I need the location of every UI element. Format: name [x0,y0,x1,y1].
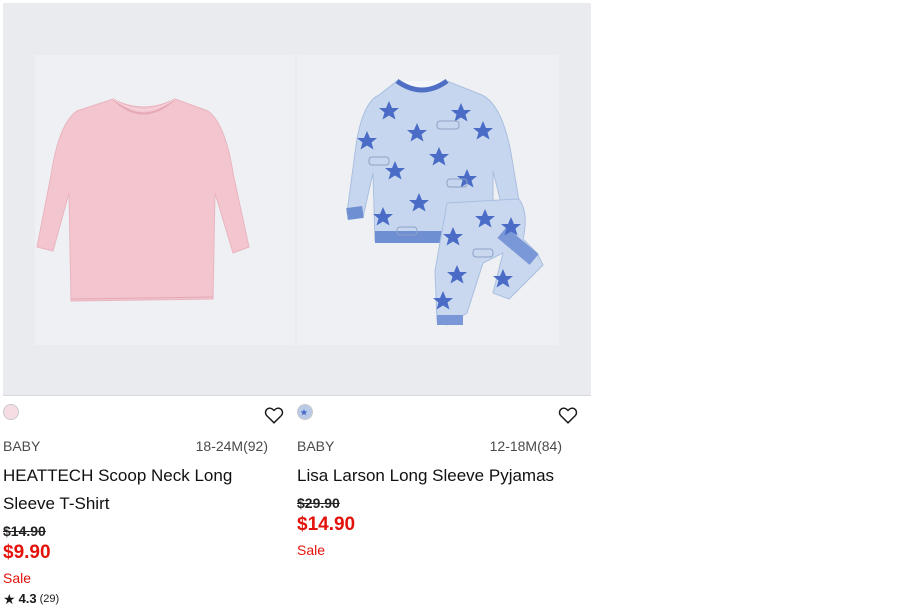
heart-outline-icon[interactable] [263,404,285,426]
size-range: 18-24M(92) [195,438,268,454]
product-image[interactable] [3,3,297,396]
product-card[interactable]: BABY 18-24M(92) HEATTECH Scoop Neck Long… [3,3,298,606]
rating: ★ 4.3 (29) [3,591,298,607]
original-price: $29.90 [297,495,340,511]
gender-label: BABY [3,438,41,454]
color-swatch[interactable] [297,404,313,420]
sale-label: Sale [3,570,32,586]
star-print-pyjamas-image [346,78,544,326]
size-range: 12-18M(84) [489,438,562,454]
product-card[interactable]: BABY 12-18M(84) Lisa Larson Long Sleeve … [297,3,592,559]
star-pattern-icon [300,409,308,416]
sale-price: $9.90 [3,542,51,563]
gender-label: BABY [297,438,335,454]
sale-label: Sale [297,542,326,558]
original-price: $14.90 [3,523,46,539]
product-image[interactable] [297,3,591,396]
product-grid: BABY 18-24M(92) HEATTECH Scoop Neck Long… [0,0,900,614]
sale-price: $14.90 [297,514,356,535]
color-swatch[interactable] [3,404,19,420]
rating-count: (29) [39,593,60,605]
pink-long-sleeve-tshirt-image [36,98,250,302]
rating-score: 4.3 [18,591,37,606]
heart-outline-icon[interactable] [557,404,579,426]
product-name[interactable]: HEATTECH Scoop Neck Long Sleeve T-Shirt [3,462,273,518]
product-name[interactable]: Lisa Larson Long Sleeve Pyjamas [297,462,567,490]
star-icon: ★ [3,591,16,607]
